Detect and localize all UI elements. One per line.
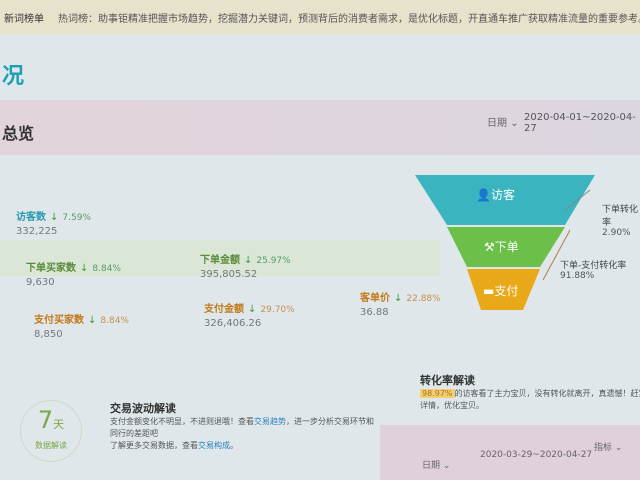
- trade-insight-title: 交易波动解读: [110, 402, 176, 415]
- metric-change: 8.84%: [92, 264, 121, 274]
- metric-change: 7.59%: [62, 213, 91, 223]
- conversion-pct: 98.97%: [420, 389, 455, 398]
- arrow-down-icon: ↓: [88, 315, 97, 326]
- metric-value: 395,805.52: [200, 269, 258, 280]
- metric-order-amount[interactable]: 下单金额 ↓ 25.97% 395,805.52: [200, 248, 291, 280]
- metric-value: 8,850: [34, 329, 63, 340]
- arrow-down-icon: ↓: [248, 304, 257, 315]
- user-icon: 👤: [476, 188, 491, 202]
- text: 同行的差距吧: [110, 429, 158, 438]
- text: 了解更多交易数据，查看: [110, 441, 198, 450]
- chevron-down-icon: ⌄: [442, 461, 451, 471]
- metric-dropdown[interactable]: 指标 ⌄: [594, 440, 622, 453]
- metric-value: 9,630: [26, 277, 55, 288]
- stage-name: 访客: [490, 188, 515, 202]
- metric-change: 8.84%: [100, 316, 129, 326]
- text: 。: [230, 441, 238, 450]
- stage-name: 下单: [494, 240, 519, 254]
- seven-day-badge: 7天数据解读: [20, 400, 82, 462]
- chevron-down-icon: ⌄: [614, 443, 623, 453]
- bottom-date-dropdown[interactable]: 日期 ⌄: [422, 458, 450, 471]
- funnel-label-visitors: 👤访客: [476, 186, 515, 203]
- metric-order-buyers[interactable]: 下单买家数 ↓ 8.84% 9,630: [26, 256, 121, 288]
- rate-value: 2.90%: [602, 228, 631, 238]
- hammer-icon: ⚒: [484, 240, 495, 254]
- arrow-down-icon: ↓: [244, 255, 253, 266]
- date-range: 2020-04-01~2020-04-27: [524, 112, 636, 134]
- metric-label: 支付金额: [204, 304, 244, 315]
- bottom-date-range: 2020-03-29~2020-04-27: [480, 450, 593, 460]
- conversion-insight: 转化率解读 98.97%的访客看了主力宝贝，没有转化就离开，真遗憾！赶紧完善宝贝…: [420, 372, 640, 412]
- metric-change: 25.97%: [256, 256, 291, 266]
- hot-words-banner: 新词榜单 热词榜：助事钜精准把握市场趋势，挖掘潜力关键词，预测背后的消费者需求，是…: [0, 0, 640, 34]
- rate-label: 下单转化率: [602, 205, 639, 228]
- metric-label: 下单买家数: [26, 263, 76, 274]
- card-icon: ▬: [483, 284, 495, 298]
- text: ，进一步分析交易环节和: [286, 417, 374, 426]
- metric-label: 访客数: [16, 212, 46, 223]
- pay-rate: 下单-支付转化率 91.88%: [560, 258, 626, 281]
- badge-number: 7: [37, 406, 54, 434]
- trade-trend-link[interactable]: 交易趋势: [254, 417, 286, 426]
- badge-text: 数据解读: [35, 441, 67, 450]
- metric-label: 客单价: [360, 293, 390, 304]
- funnel-label-pay: ▬支付: [483, 282, 518, 299]
- metric-pay-buyers[interactable]: 支付买家数 ↓ 8.84% 8,850: [34, 308, 129, 340]
- arrow-down-icon: ↓: [394, 293, 403, 304]
- trade-composition-link[interactable]: 交易构成: [198, 441, 230, 450]
- funnel-label-order: ⚒下单: [484, 238, 519, 255]
- metric-pay-amount[interactable]: 支付金额 ↓ 29.70% 326,406.26: [204, 297, 295, 329]
- order-rate: 下单转化率 2.90%: [602, 202, 640, 238]
- conversion-insight-title: 转化率解读: [420, 374, 475, 387]
- rate-value: 91.88%: [560, 271, 595, 281]
- text: 详情，优化宝贝。: [420, 401, 484, 410]
- chevron-down-icon: ⌄: [510, 118, 519, 129]
- page-title: 况: [2, 64, 25, 89]
- metric-value: 326,406.26: [204, 318, 262, 329]
- metric-label: 下单金额: [200, 255, 240, 266]
- new-words-list-link[interactable]: 新词榜单: [4, 14, 44, 25]
- date-label: 日期: [422, 461, 441, 471]
- text: 支付金额变化不明显，不进则退哦！查看: [110, 417, 254, 426]
- metric-label: 支付买家数: [34, 315, 84, 326]
- metric-label: 指标: [594, 443, 613, 453]
- overview-title: 总览: [2, 124, 35, 143]
- metric-change: 29.70%: [260, 305, 295, 315]
- text: 的访客看了主力宝贝，没有转化就离开，真遗憾！赶紧完善宝贝: [454, 389, 640, 398]
- badge-unit: 天: [53, 418, 65, 431]
- stage-name: 支付: [494, 284, 519, 298]
- metric-value: 332,225: [16, 226, 58, 237]
- rate-label: 下单-支付转化率: [560, 261, 627, 271]
- arrow-down-icon: ↓: [50, 212, 59, 223]
- metric-visitors[interactable]: 访客数 ↓ 7.59% 332,225: [16, 205, 91, 237]
- arrow-down-icon: ↓: [80, 263, 89, 274]
- banner-text: 热词榜：助事钜精准把握市场趋势，挖掘潜力关键词，预测背后的消费者需求，是优化标题…: [58, 14, 640, 25]
- date-dropdown[interactable]: 日期 ⌄: [487, 114, 519, 129]
- trade-insight: 交易波动解读 支付金额变化不明显，不进则退哦！查看交易趋势，进一步分析交易环节和…: [110, 400, 400, 452]
- date-label: 日期: [487, 118, 507, 129]
